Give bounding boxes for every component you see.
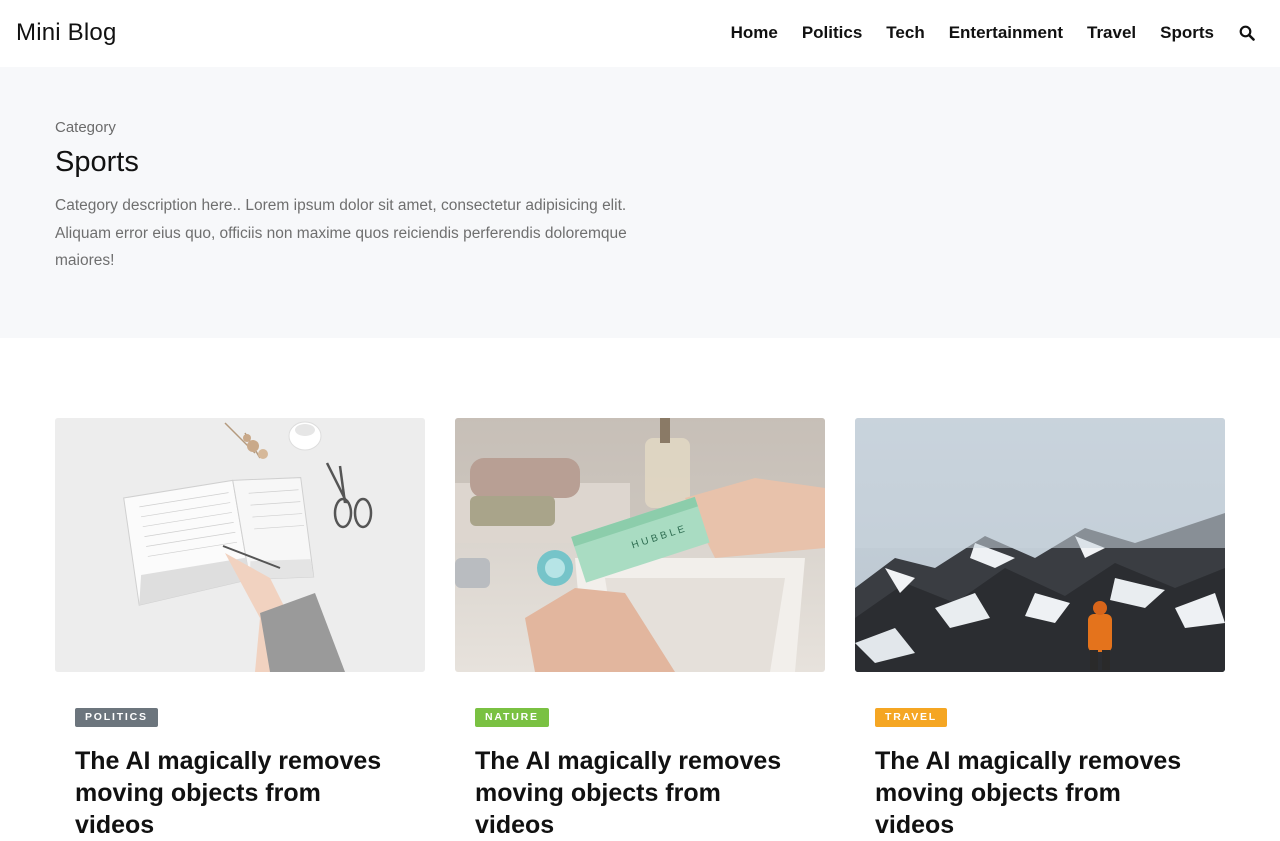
post-card: HUBBLE NATURE The AI magically removes m… — [455, 418, 825, 841]
post-title[interactable]: The AI magically removes moving objects … — [875, 745, 1205, 841]
category-title: Sports — [55, 146, 139, 178]
post-card: POLITICS The AI magically removes moving… — [55, 418, 425, 841]
nav-item-home[interactable]: Home — [731, 22, 778, 44]
post-thumbnail[interactable]: HUBBLE — [455, 418, 825, 672]
post-category-badge[interactable]: TRAVEL — [875, 708, 948, 727]
search-icon[interactable] — [1238, 22, 1256, 44]
nav-item-travel[interactable]: Travel — [1087, 22, 1136, 44]
post-title[interactable]: The AI magically removes moving objects … — [75, 745, 405, 841]
category-description: Category description here.. Lorem ipsum … — [55, 197, 627, 269]
nav-item-tech[interactable]: Tech — [886, 22, 924, 44]
category-eyebrow: Category — [55, 119, 116, 136]
main-nav: Home Politics Tech Entertainment Travel … — [707, 22, 1256, 44]
post-thumbnail[interactable] — [55, 418, 425, 672]
post-thumbnail[interactable] — [855, 418, 1225, 672]
post-category-badge[interactable]: POLITICS — [75, 708, 158, 727]
nav-item-sports[interactable]: Sports — [1160, 22, 1214, 44]
site-header: Mini Blog Home Politics Tech Entertainme… — [0, 0, 1280, 67]
nav-item-entertainment[interactable]: Entertainment — [949, 22, 1063, 44]
post-card: TRAVEL The AI magically removes moving o… — [855, 418, 1225, 841]
post-title[interactable]: The AI magically removes moving objects … — [475, 745, 805, 841]
nav-item-politics[interactable]: Politics — [802, 22, 862, 44]
category-hero: Category Sports Category description her… — [0, 67, 1280, 338]
post-grid: POLITICS The AI magically removes moving… — [55, 418, 1225, 841]
site-logo[interactable]: Mini Blog — [16, 19, 117, 47]
post-category-badge[interactable]: NATURE — [475, 708, 549, 727]
